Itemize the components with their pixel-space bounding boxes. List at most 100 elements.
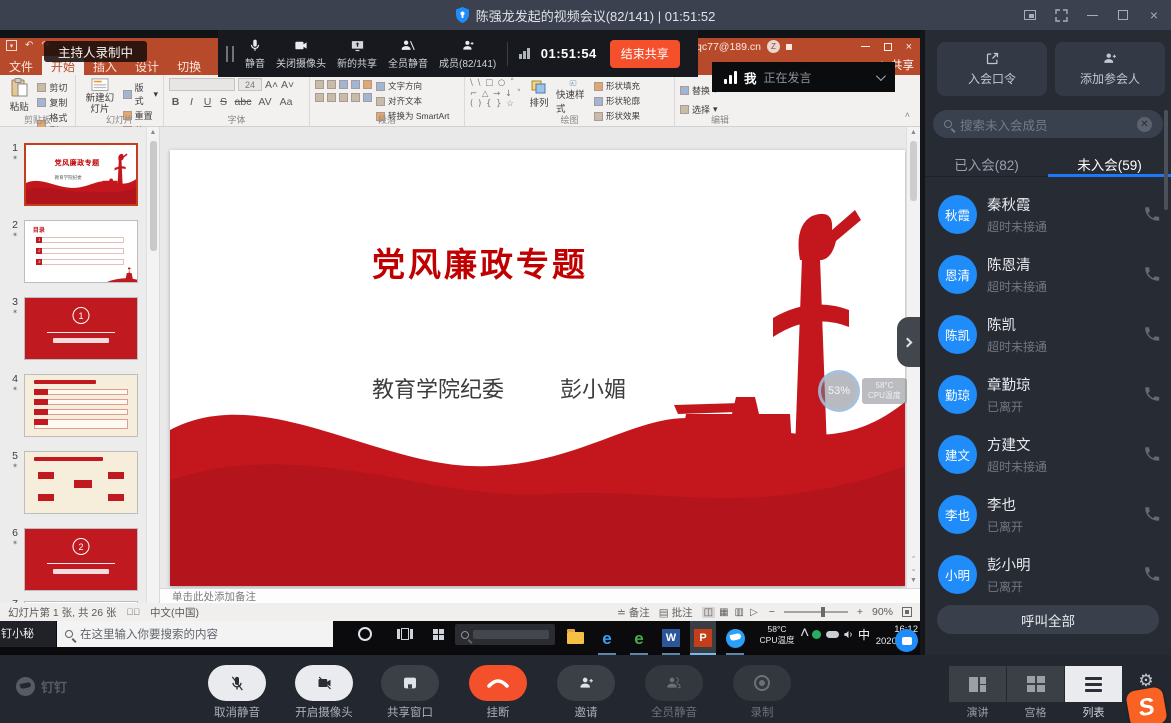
new-share-button[interactable]: 新的共享 [337,38,377,70]
bold-button[interactable]: B [169,96,182,108]
slide-thumbnail-1[interactable]: 党风廉政专题 教育学院纪委 [24,143,138,206]
shapes-gallery[interactable]: \ \ □ ○ ˄⌐ △ → ↓ ˅( ) { } ☆ [470,78,522,115]
participant-row[interactable]: 秋霞 秦秋霞超时未接通 [938,184,1161,244]
align-controls[interactable] [315,93,372,102]
spellcheck-icon[interactable]: ✓⃞ [127,607,141,617]
tab-not-joined[interactable]: 未入会(59) [1048,148,1171,176]
slide-thumbnail-4[interactable] [24,374,138,437]
participant-row[interactable]: 勤琼 章勤琼已离开 [938,364,1161,424]
save-icon[interactable]: ▾ [6,40,17,51]
comments-toggle[interactable]: ▤ 批注 [659,605,693,620]
dingtalk-floating-bubble[interactable] [895,629,918,652]
tab-animations[interactable]: 动画 [210,56,218,75]
camera-on-button[interactable] [295,665,353,701]
clear-search-icon[interactable]: ✕ [1137,117,1152,132]
call-icon[interactable] [1143,445,1161,463]
view-mode-buttons[interactable]: ◫▦▥▷ [702,607,760,618]
change-case-button[interactable]: Aa [277,96,295,108]
font-name-select[interactable] [169,78,235,91]
notes-toggle[interactable]: ≐ 备注 [617,605,650,620]
search-members-input[interactable]: 搜索未入会成员 ✕ [933,110,1163,138]
zoom-slider[interactable] [784,611,848,613]
cut-button[interactable]: 剪切 [37,81,70,94]
app-grid-button[interactable] [425,621,451,647]
slide-thumbnail-6[interactable]: 2 [24,528,138,591]
chevron-down-icon[interactable] [876,71,886,81]
fit-to-window-icon[interactable] [902,607,912,617]
strikethrough-button[interactable]: S [217,96,230,108]
invite-button[interactable] [557,665,615,701]
hang-up-button[interactable] [469,665,527,701]
layout-button[interactable]: 版式 ▾ [123,81,158,107]
tray-volume-icon[interactable] [843,621,854,647]
call-all-button[interactable]: 呼叫全部 [937,605,1159,634]
grid-view-button[interactable] [1007,666,1064,702]
ppt-restore-button[interactable] [884,43,892,51]
speaker-view-button[interactable] [949,666,1006,702]
maximize-button[interactable] [1116,8,1130,22]
slide-thumbnail-2[interactable]: 目录 1 2 3 [24,220,138,283]
thumbnail-scrollbar[interactable]: ▲ [146,127,159,603]
quick-styles-button[interactable]: A 快速样式 [556,78,590,115]
mute-all-button[interactable] [645,665,703,701]
task-view-button[interactable] [392,621,418,647]
word-icon[interactable]: W [658,621,684,655]
mute-all-button[interactable]: 全员静音 [388,38,428,70]
call-icon[interactable] [1143,205,1161,223]
slide-thumbnail-7[interactable] [24,601,138,603]
file-explorer-icon[interactable] [562,621,588,655]
zoom-level[interactable]: 90% [872,606,893,618]
tab-transitions[interactable]: 切换 [168,56,210,75]
language-indicator[interactable]: 中文(中国) [150,605,199,620]
underline-button[interactable]: U [201,96,214,108]
tray-cpu-temp[interactable]: 58°CCPU温度 [756,624,798,646]
tab-joined[interactable]: 已入会(82) [925,148,1048,176]
call-icon[interactable] [1143,385,1161,403]
taskbar-widget[interactable] [455,624,555,645]
tray-antivirus-icon[interactable] [812,621,821,647]
members-button[interactable]: 成员(82/141) [439,38,496,70]
minimize-button[interactable] [1085,8,1099,22]
bullets-controls[interactable] [315,80,372,89]
ppt-close-button[interactable]: × [906,41,912,53]
record-button[interactable] [733,665,791,701]
cortana-button[interactable] [352,621,378,647]
end-share-button[interactable]: 结束共享 [610,40,680,68]
call-icon[interactable] [1143,265,1161,283]
drag-handle[interactable] [226,46,234,62]
call-icon[interactable] [1143,325,1161,343]
ribbon-options-icon[interactable] [786,44,792,50]
notes-placeholder[interactable]: 单击此处添加备注 [160,588,920,603]
taskbar-search-box[interactable]: 在这里输入你要搜索的内容 [57,621,333,647]
copy-button[interactable]: 复制 [37,96,70,109]
dingtalk-taskbar-icon[interactable] [722,621,748,655]
char-spacing-button[interactable]: AV [256,96,274,108]
participant-row[interactable]: 恩清 陈恩清超时未接通 [938,244,1161,304]
participant-row[interactable]: 建文 方建文超时未接通 [938,424,1161,484]
list-view-button[interactable] [1065,666,1122,702]
new-slide-button[interactable]: 新建幻灯片 [81,78,119,115]
zoom-in-icon[interactable]: + [857,606,863,618]
close-button[interactable]: × [1147,8,1161,22]
share-window-button[interactable] [381,665,439,701]
speaking-indicator[interactable]: 我 正在发言 [712,62,895,92]
account-avatar[interactable]: Z [767,40,780,53]
paste-button[interactable]: 粘贴 [5,78,33,115]
ppt-minimize-button[interactable] [861,46,870,47]
zoom-out-icon[interactable]: − [769,606,775,618]
undo-icon[interactable]: ↶ [25,40,33,51]
mute-button[interactable]: 静音 [245,38,265,70]
shrink-font-icon[interactable]: A˅ [281,79,294,91]
participant-row[interactable]: 小明 彭小明已离开 [938,544,1161,604]
green-browser-icon[interactable]: e [626,621,652,655]
participant-row[interactable]: 李也 李也已离开 [938,484,1161,544]
pip-mode-icon[interactable] [1023,8,1037,22]
collapse-ribbon-icon[interactable]: ˄ [905,110,910,120]
tray-expand-icon[interactable]: ˄ [800,621,809,647]
call-icon[interactable] [1143,565,1161,583]
slide-thumbnail-5[interactable] [24,451,138,514]
edge-browser-icon[interactable]: e [594,621,620,655]
tab-file[interactable]: 文件 [0,56,42,75]
shape-fill-button[interactable]: 形状填充 [594,80,640,92]
participant-scrollbar[interactable] [1164,110,1168,210]
